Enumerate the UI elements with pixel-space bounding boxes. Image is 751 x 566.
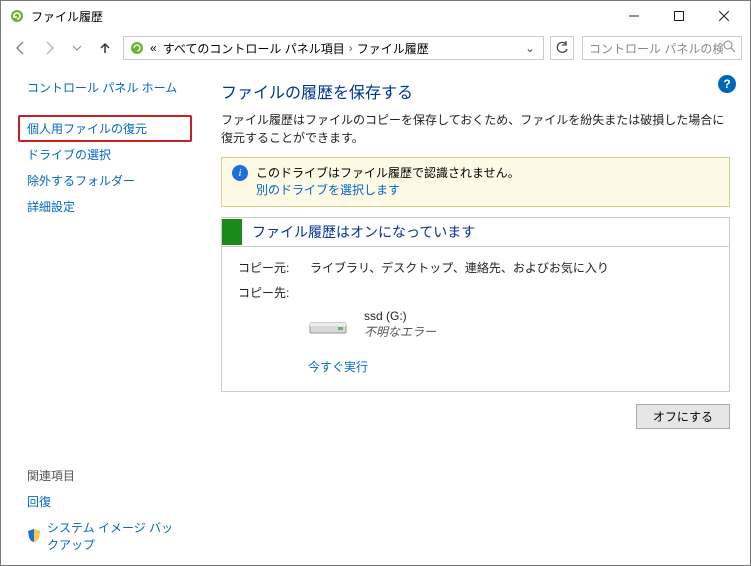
content: ? ファイルの履歴を保存する ファイル履歴はファイルのコピーを保存しておくため、… (201, 65, 750, 565)
chevron-down-icon[interactable]: ⌄ (519, 41, 541, 55)
status-indicator-icon (222, 219, 242, 245)
run-now-link[interactable]: 今すぐ実行 (308, 358, 713, 375)
sidebar: コントロール パネル ホーム 個人用ファイルの復元 ドライブの選択 除外するフォ… (1, 65, 201, 565)
search-icon (723, 40, 735, 56)
related-items-label: 関連項目 (27, 467, 183, 484)
status-panel: ファイル履歴はオンになっています コピー元: ライブラリ、デスクトップ、連絡先、… (221, 217, 730, 392)
sidebar-select-drive[interactable]: ドライブの選択 (27, 146, 183, 163)
sidebar-system-image-backup[interactable]: システム イメージ バックアップ (47, 519, 183, 553)
maximize-button[interactable] (656, 2, 701, 30)
minimize-button[interactable] (611, 2, 656, 30)
copy-to-label: コピー先: (238, 284, 310, 301)
refresh-button[interactable] (550, 36, 574, 60)
close-button[interactable] (701, 2, 746, 30)
recent-dropdown[interactable] (65, 36, 89, 60)
page-heading: ファイルの履歴を保存する (221, 79, 730, 103)
titlebar: ファイル履歴 (1, 1, 750, 31)
notice-link[interactable]: 別のドライブを選択します (256, 183, 400, 197)
forward-button[interactable] (37, 36, 61, 60)
breadcrumb-prefix: « (150, 41, 157, 55)
turn-off-button[interactable]: オフにする (636, 404, 730, 429)
page-description: ファイル履歴はファイルのコピーを保存しておくため、ファイルを紛失または破損した場… (221, 111, 730, 147)
window-title: ファイル履歴 (31, 8, 611, 25)
sidebar-restore-files[interactable]: 個人用ファイルの復元 (18, 115, 192, 142)
back-button[interactable] (9, 36, 33, 60)
sidebar-recovery[interactable]: 回復 (27, 493, 183, 510)
search-placeholder: コントロール パネルの検索 (589, 40, 723, 57)
copy-from-label: コピー元: (238, 259, 310, 276)
folder-icon (128, 39, 146, 57)
up-button[interactable] (93, 36, 117, 60)
sidebar-exclude-folders[interactable]: 除外するフォルダー (27, 172, 183, 189)
toolbar: « すべてのコントロール パネル項目 › ファイル履歴 ⌄ コントロール パネル… (1, 31, 750, 65)
breadcrumb-item[interactable]: すべてのコントロール パネル項目 (163, 40, 345, 57)
sidebar-home[interactable]: コントロール パネル ホーム (27, 79, 183, 96)
breadcrumb[interactable]: « すべてのコントロール パネル項目 › ファイル履歴 ⌄ (123, 36, 544, 60)
chevron-right-icon: › (345, 41, 357, 55)
copy-from-value: ライブラリ、デスクトップ、連絡先、およびお気に入り (310, 259, 609, 276)
search-input[interactable]: コントロール パネルの検索 (582, 36, 742, 60)
sidebar-advanced[interactable]: 詳細設定 (27, 198, 183, 215)
drive-icon (308, 315, 348, 339)
panel-title: ファイル履歴はオンになっています (242, 218, 485, 246)
breadcrumb-item[interactable]: ファイル履歴 (357, 40, 429, 57)
help-icon[interactable]: ? (718, 75, 736, 93)
drive-error: 不明なエラー (364, 323, 436, 340)
notice-text: このドライブはファイル履歴で認識されません。 (256, 164, 520, 181)
info-icon: i (232, 165, 248, 181)
app-icon (9, 8, 25, 24)
shield-icon (27, 528, 41, 545)
notice-banner: i このドライブはファイル履歴で認識されません。 別のドライブを選択します (221, 157, 730, 207)
drive-name: ssd (G:) (364, 309, 436, 323)
